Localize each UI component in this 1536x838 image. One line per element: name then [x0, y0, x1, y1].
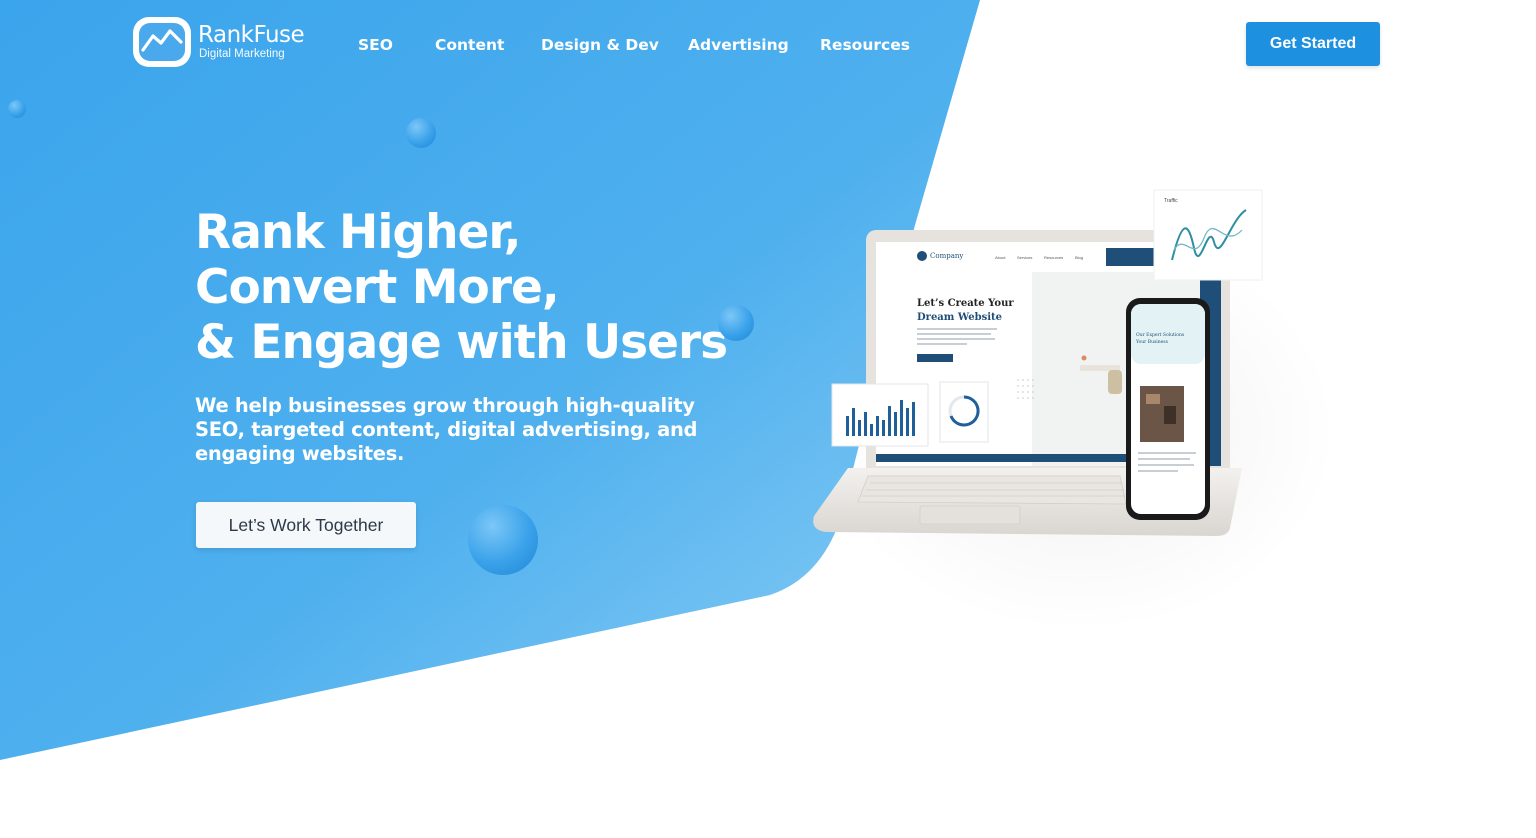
nav-item-advertising[interactable]: Advertising: [688, 36, 789, 54]
bubble-decoration: [718, 305, 754, 341]
headline-line: & Engage with Users: [195, 315, 728, 370]
headline-line: Convert More,: [195, 260, 560, 315]
logo-mark-icon: [133, 17, 191, 67]
mockup-headline-line: Dream Website: [917, 312, 1002, 323]
nav-item-design-dev[interactable]: Design & Dev: [541, 36, 659, 54]
brand-name: RankFuse: [198, 22, 305, 48]
bubble-decoration: [468, 505, 538, 575]
phone-heading-line: Your Business: [1135, 339, 1169, 345]
mockup-headline-line: Let’s Create Your: [917, 298, 1014, 309]
bubble-decoration: [406, 118, 436, 148]
phone-heading-line: Our Expert Solutions: [1136, 332, 1185, 338]
mockup-nav-item: About: [995, 255, 1006, 260]
headline-line: Rank Higher,: [195, 205, 522, 260]
nav-item-resources[interactable]: Resources: [820, 36, 910, 54]
mockup-nav-item: Blog: [1075, 255, 1083, 260]
mockup-site-brand: Company: [930, 252, 963, 260]
mockup-nav-item: Services: [1017, 255, 1032, 260]
work-together-button[interactable]: Let’s Work Together: [196, 502, 416, 548]
brand-logo[interactable]: RankFuse Digital Marketing: [130, 11, 320, 73]
device-mockup-illustration: Company About Services Resources Blog Le…: [813, 189, 1263, 536]
hero-subcopy: We help businesses grow through high-qua…: [195, 394, 698, 465]
get-started-button[interactable]: Get Started: [1246, 22, 1380, 66]
nav-item-seo[interactable]: SEO: [358, 36, 393, 54]
nav-item-content[interactable]: Content: [435, 36, 504, 54]
traffic-card-title: Traffic: [1164, 198, 1178, 204]
mockup-nav-item: Resources: [1044, 255, 1063, 260]
bubble-decoration: [8, 100, 26, 118]
brand-tagline: Digital Marketing: [199, 48, 285, 60]
hero-headline: Rank Higher, Convert More, & Engage with…: [195, 205, 755, 370]
